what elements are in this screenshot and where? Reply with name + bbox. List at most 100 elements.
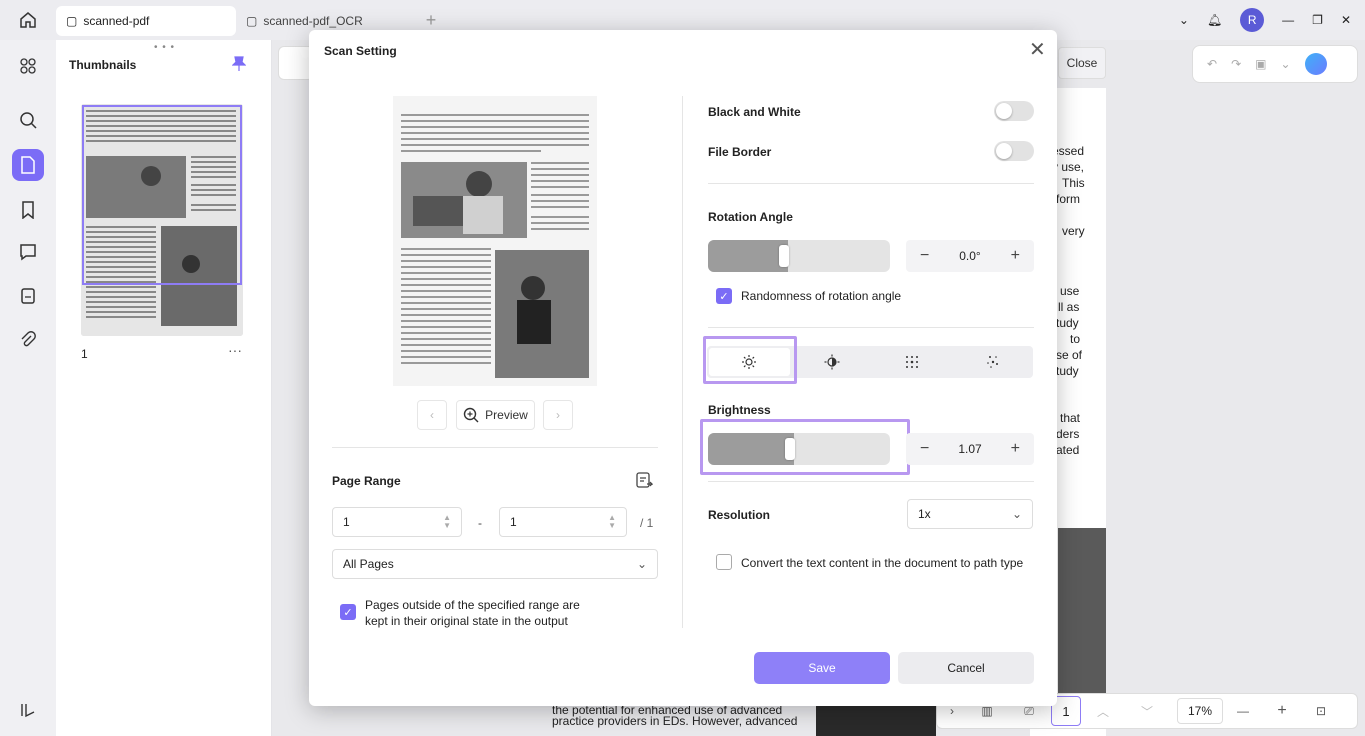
- doc-text-line: tudy: [1056, 316, 1079, 330]
- zoom-in-icon[interactable]: +: [1263, 702, 1301, 720]
- file-border-toggle[interactable]: [994, 141, 1034, 161]
- thumbnails-icon[interactable]: [12, 149, 44, 181]
- zoom-out-icon[interactable]: —: [1223, 704, 1263, 718]
- highlight-box: [700, 419, 910, 475]
- right-toolbar: ↶ ↷ ▣ ⌄: [1192, 45, 1358, 83]
- increase-icon[interactable]: +: [1011, 247, 1020, 265]
- contrast-icon: [824, 354, 840, 370]
- previous-page-icon[interactable]: ︿: [1081, 703, 1125, 720]
- preview-label: Preview: [485, 408, 528, 422]
- grid-icon[interactable]: [12, 50, 44, 82]
- pages-select[interactable]: All Pages ⌄: [332, 549, 658, 579]
- doc-text-line: ll as: [1058, 300, 1080, 314]
- thumbnail-page-number: 1: [81, 347, 88, 361]
- page-layout-icon[interactable]: ▥: [967, 704, 1007, 718]
- doc-text-line: ders: [1056, 427, 1080, 441]
- thumbnail-selection: [82, 105, 242, 285]
- divider: [708, 327, 1034, 328]
- keep-outside-label: Pages outside of the specified range are…: [365, 598, 580, 628]
- decrease-icon[interactable]: −: [920, 440, 929, 458]
- page-range-label: Page Range: [332, 474, 401, 488]
- zoom-in-icon: [463, 407, 479, 423]
- tab-comment-icon: ▢: [66, 14, 78, 28]
- search-icon[interactable]: [12, 104, 44, 136]
- scan-setting-dialog: Scan Setting ✕ ‹ Preview › Page Range 1 …: [309, 30, 1057, 706]
- rotation-stepper: − 0.0° +: [906, 240, 1034, 272]
- expand-icon[interactable]: ›: [937, 704, 967, 718]
- pages-select-value: All Pages: [343, 557, 394, 571]
- randomness-checkbox[interactable]: ✓: [716, 288, 732, 304]
- bell-icon[interactable]: 🔔︎: [1207, 13, 1222, 27]
- brightness-label: Brightness: [708, 403, 771, 417]
- document-photo: [816, 706, 936, 736]
- avatar[interactable]: R: [1240, 8, 1265, 32]
- save-file-icon[interactable]: ▣: [1255, 57, 1266, 71]
- chevron-down-icon[interactable]: ⌄: [1179, 13, 1189, 27]
- rotation-slider[interactable]: [708, 240, 890, 272]
- actual-size-icon[interactable]: ⊡: [1301, 704, 1341, 718]
- page-range-to-input[interactable]: 1 ▲ ▼: [499, 507, 627, 537]
- resolution-select[interactable]: 1x ⌄: [907, 499, 1033, 529]
- close-button[interactable]: Close: [1058, 47, 1106, 79]
- document-photo: [1058, 528, 1106, 708]
- rotation-slider-handle[interactable]: [779, 245, 789, 267]
- minimize-icon[interactable]: —: [1282, 13, 1294, 27]
- attachment-icon[interactable]: [12, 324, 44, 356]
- convert-path-checkbox[interactable]: [716, 554, 732, 570]
- brightness-stepper: − 1.07 +: [906, 433, 1034, 465]
- mode-contrast[interactable]: [792, 346, 873, 378]
- thumbnails-title: Thumbnails: [69, 58, 137, 72]
- black-white-label: Black and White: [708, 105, 801, 119]
- divider: [708, 183, 1034, 184]
- range-separator: -: [478, 516, 482, 530]
- save-button[interactable]: Save: [754, 652, 890, 684]
- preview-button[interactable]: Preview: [456, 400, 535, 430]
- close-icon[interactable]: ✕: [1029, 40, 1046, 60]
- chevron-down-icon: ⌄: [1011, 507, 1022, 521]
- comment-icon[interactable]: [12, 236, 44, 268]
- doc-text-line: This: [1062, 176, 1085, 190]
- zoom-level[interactable]: 17%: [1177, 698, 1223, 724]
- new-tab-icon[interactable]: +: [416, 10, 446, 31]
- doc-text-line: to: [1070, 332, 1081, 346]
- chevron-down-icon: ⌄: [636, 557, 647, 571]
- keep-outside-checkbox[interactable]: ✓: [340, 604, 356, 620]
- restore-icon[interactable]: ❐: [1312, 13, 1323, 27]
- stepper-arrows-icon[interactable]: ▲ ▼: [443, 514, 451, 530]
- rotation-value[interactable]: 0.0°: [959, 249, 980, 263]
- previous-preview-icon[interactable]: ‹: [417, 400, 447, 430]
- stepper-arrows-icon[interactable]: ▲ ▼: [608, 514, 616, 530]
- brightness-value[interactable]: 1.07: [958, 442, 981, 456]
- black-white-toggle[interactable]: [994, 101, 1034, 121]
- increase-icon[interactable]: +: [1011, 440, 1020, 458]
- close-window-icon[interactable]: ✕: [1341, 13, 1351, 27]
- redo-icon[interactable]: ↷: [1231, 57, 1241, 71]
- stamp-icon[interactable]: [12, 280, 44, 312]
- drag-handle-icon[interactable]: • • •: [154, 42, 175, 53]
- more-options-icon[interactable]: ···: [228, 342, 242, 358]
- page-range-swap-icon[interactable]: [635, 471, 654, 492]
- page-to-value: 1: [510, 515, 517, 529]
- cancel-button[interactable]: Cancel: [898, 652, 1034, 684]
- mode-dots-sparse[interactable]: [953, 346, 1034, 378]
- doc-text-line: practice providers in EDs. However, adva…: [552, 714, 798, 728]
- chevron-down-icon[interactable]: ⌄: [1280, 57, 1290, 71]
- home-icon[interactable]: [0, 0, 56, 40]
- dots-sparse-icon: [986, 356, 998, 368]
- sidebar-toggle-icon[interactable]: [12, 694, 44, 726]
- ai-assistant-icon[interactable]: [1304, 53, 1327, 75]
- tab-label: scanned-pdf: [83, 14, 150, 28]
- file-border-label: File Border: [708, 145, 772, 159]
- undo-icon[interactable]: ↶: [1207, 57, 1217, 71]
- page-from-value: 1: [343, 515, 350, 529]
- doc-text-line: that: [1060, 411, 1081, 425]
- page-range-from-input[interactable]: 1 ▲ ▼: [332, 507, 462, 537]
- pin-icon[interactable]: [231, 56, 247, 75]
- tab-scanned-pdf[interactable]: ▢ scanned-pdf: [56, 6, 236, 36]
- mode-dots-grid[interactable]: [872, 346, 953, 378]
- next-preview-icon[interactable]: ›: [543, 400, 573, 430]
- bookmark-icon[interactable]: [12, 194, 44, 226]
- next-page-icon[interactable]: ﹀: [1125, 703, 1169, 720]
- tab-comment-icon: ▢: [246, 14, 258, 28]
- decrease-icon[interactable]: −: [920, 247, 929, 265]
